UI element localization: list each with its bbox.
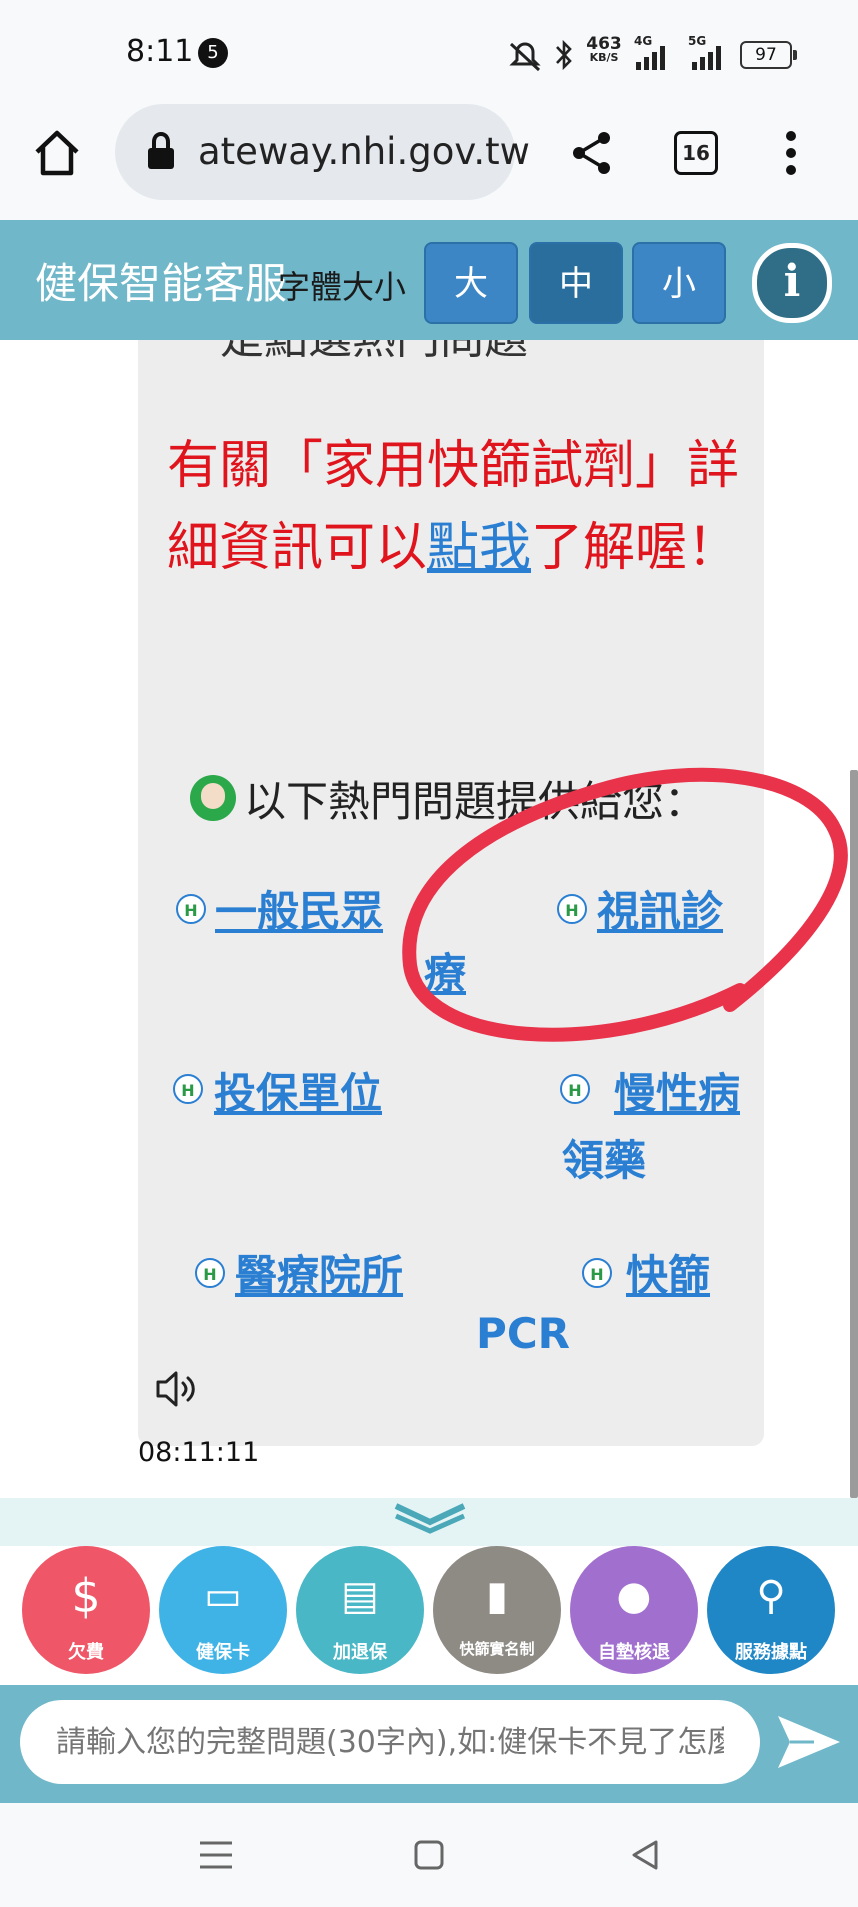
dollar-magnifier-icon: $ <box>71 1569 101 1623</box>
quick-button-label: 自墊核退 <box>598 1642 670 1663</box>
quick-button-reimbursement[interactable]: ● 自墊核退 <box>570 1546 698 1674</box>
mute-bell-icon <box>509 42 541 72</box>
topic-video-consult[interactable]: 療 <box>424 940 466 1001</box>
status-time: 8:11 <box>126 34 194 69</box>
font-size-medium-button-overlay[interactable]: 中 <box>529 242 623 324</box>
send-icon[interactable] <box>774 1710 844 1774</box>
quick-button-rapid-test[interactable]: ▮ 快篩實名制 <box>433 1546 561 1674</box>
quick-button-arrears[interactable]: $ 欠費 <box>22 1546 150 1674</box>
app-title-overlay: 健保智能客服 <box>35 259 288 308</box>
chevron-down-icon[interactable] <box>390 1500 470 1534</box>
rapid-test-kit-icon: ▮ <box>485 1573 508 1619</box>
quick-button-label: 快篩實名制 <box>459 1640 535 1658</box>
topic-video-consult-part1[interactable]: 視訊診 <box>597 878 747 939</box>
net-speed: 463 KB/S <box>586 36 622 64</box>
tab-count-button[interactable]: 16 <box>674 131 718 175</box>
health-card-icon: ▭ <box>204 1573 242 1619</box>
nhi-h-icon: H <box>173 1074 203 1104</box>
speaker-icon[interactable] <box>152 1365 200 1413</box>
net-speed-value: 463 <box>586 34 622 54</box>
notice-text-2: 了解喔！ <box>531 518 740 578</box>
topic-insurance-unit[interactable]: 投保單位 <box>214 1060 382 1121</box>
nhi-h-icon: H <box>176 894 206 924</box>
click-me-link[interactable]: 點我 <box>427 518 531 578</box>
quick-button-enroll[interactable]: ▤ 加退保 <box>296 1546 424 1674</box>
question-input[interactable] <box>20 1700 760 1784</box>
bluetooth-icon <box>556 39 572 71</box>
topic-general-public[interactable]: 一般民眾 <box>215 878 383 939</box>
quick-button-label: 加退保 <box>333 1642 387 1663</box>
clipboard-person-icon: ▤ <box>341 1573 379 1619</box>
font-size-large-button-overlay[interactable]: 大 <box>424 242 518 324</box>
piggy-bank-icon: ● <box>616 1573 652 1619</box>
location-pin-icon: ⚲ <box>756 1573 786 1619</box>
quick-button-label: 服務據點 <box>735 1642 807 1663</box>
info-button-overlay[interactable]: i <box>752 243 832 323</box>
quick-button-health-card[interactable]: ▭ 健保卡 <box>159 1546 287 1674</box>
home-nav-icon[interactable] <box>412 1838 446 1872</box>
url-text[interactable]: ateway.nhi.gov.tw <box>198 130 530 173</box>
nhi-h-icon: H <box>195 1258 225 1288</box>
notification-count-badge: 5 <box>198 38 228 68</box>
quick-button-label: 健保卡 <box>196 1642 250 1663</box>
home-icon[interactable] <box>32 128 82 178</box>
chat-scrollbar[interactable] <box>850 770 858 1498</box>
share-icon[interactable] <box>570 130 614 176</box>
message-timestamp: 08:11:11 <box>138 1437 260 1468</box>
bot-avatar <box>190 775 236 821</box>
quick-button-label: 欠費 <box>68 1642 104 1663</box>
topic-rapid-test-pcr[interactable]: 快篩 PCR <box>400 1242 710 1358</box>
topic-chronic-medication-label[interactable]: 慢性病 領藥 <box>562 1069 740 1185</box>
nhi-h-icon: H <box>557 894 587 924</box>
hot-topics-intro: 以下熱門問題提供給您： <box>244 777 707 826</box>
signal-strength-1-icon <box>636 46 665 70</box>
font-size-small-button-overlay[interactable]: 小 <box>632 242 726 324</box>
battery-indicator: 97 <box>740 41 797 69</box>
back-nav-icon[interactable] <box>628 1838 662 1872</box>
font-size-label-overlay: 字體大小 <box>278 268 407 306</box>
menu-nav-icon[interactable] <box>196 1838 236 1872</box>
signal-strength-2-icon <box>692 46 721 70</box>
topic-chronic-medication[interactable]: 慢性病 領藥 <box>410 1060 740 1188</box>
lock-icon <box>148 131 174 169</box>
net-speed-unit: KB/S <box>589 51 619 64</box>
topic-medical-institution[interactable]: 醫療院所 <box>235 1242 403 1303</box>
quick-button-service-locations[interactable]: ⚲ 服務據點 <box>707 1546 835 1674</box>
topic-rapid-test-pcr-label[interactable]: 快篩 PCR <box>476 1251 710 1358</box>
rapid-test-notice: 有關「家用快篩試劑」詳細資訊可以點我了解喔！ <box>148 425 758 589</box>
more-menu-icon[interactable] <box>778 128 804 178</box>
